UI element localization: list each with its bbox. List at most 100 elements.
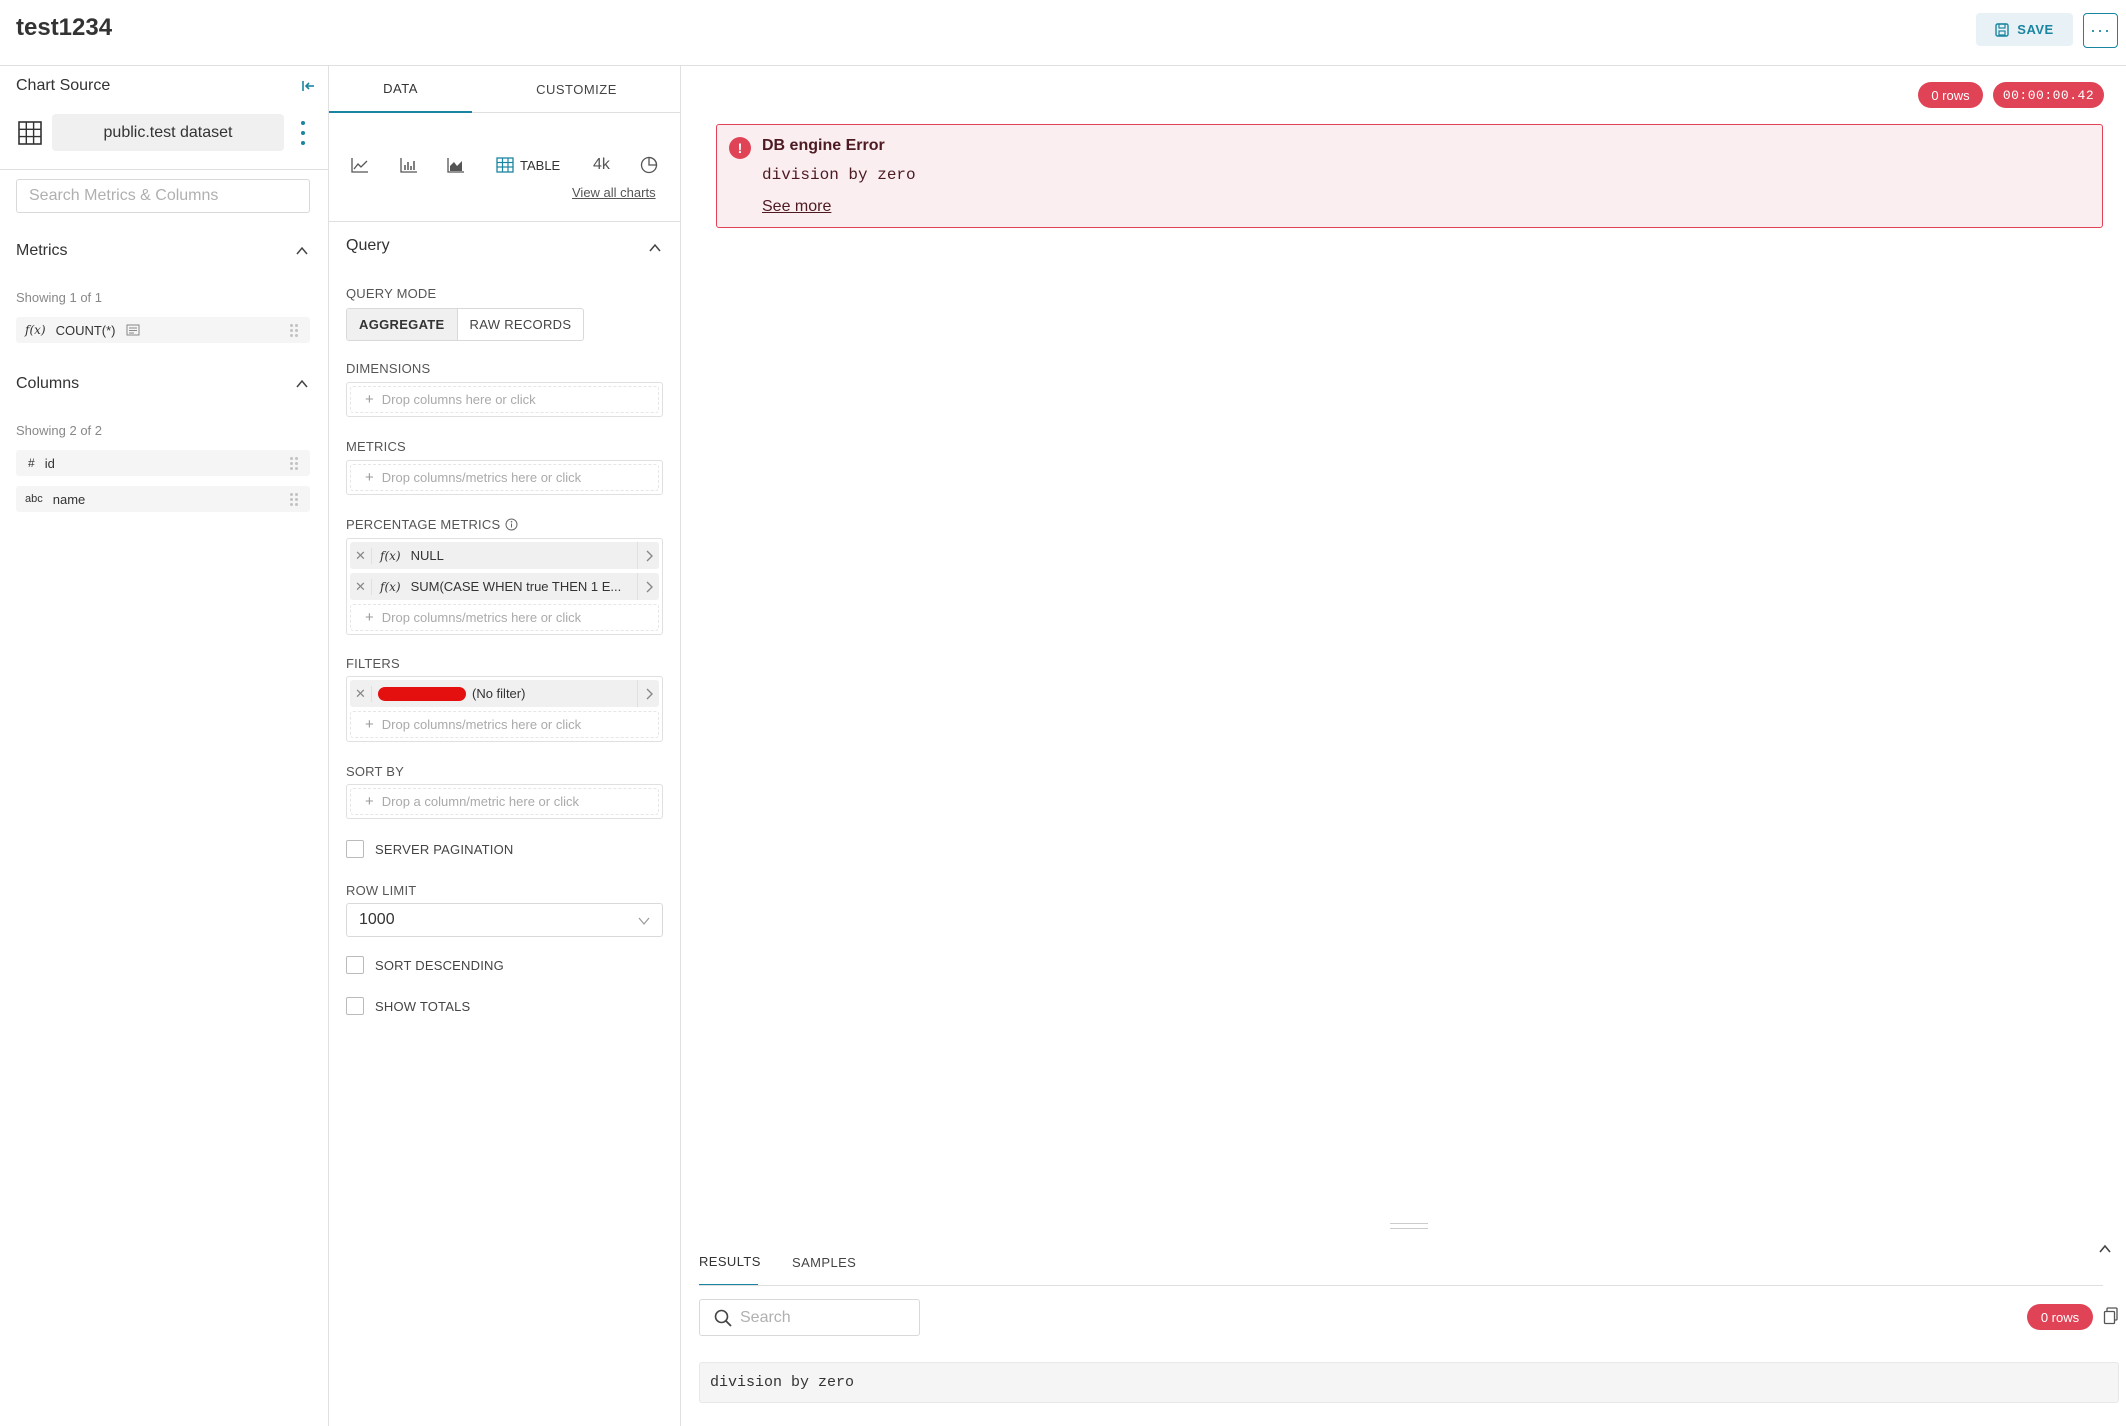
filters-label: FILTERS (346, 656, 400, 671)
divider (0, 169, 329, 170)
table-viz-button[interactable]: TABLE (496, 150, 560, 180)
dataset-menu-icon[interactable] (300, 121, 306, 145)
big-number-viz-button[interactable]: 4k (593, 150, 610, 180)
results-rows-badge: 0 rows (2027, 1304, 2093, 1330)
aggregate-mode-button[interactable]: AGGREGATE (347, 309, 458, 340)
metrics-label: METRICS (346, 439, 406, 454)
dimensions-dropzone[interactable]: + Drop columns here or click (346, 382, 663, 417)
metric-chip[interactable]: ✕ f(x) SUM(CASE WHEN true THEN 1 E... (350, 573, 659, 600)
tab-customize[interactable]: CUSTOMIZE (472, 66, 681, 113)
server-pagination-checkbox[interactable] (346, 840, 364, 858)
dataset-selector[interactable]: public.test dataset (52, 114, 284, 151)
metric-item[interactable]: f(x) COUNT(*) (16, 317, 310, 343)
row-limit-value: 1000 (359, 911, 395, 928)
more-options-button[interactable]: ··· (2083, 13, 2118, 48)
dropzone-placeholder: Drop columns here or click (381, 392, 536, 407)
percentage-metrics-drop-target[interactable]: + Drop columns/metrics here or click (350, 604, 659, 631)
column-name: id (44, 455, 55, 471)
chevron-right-icon[interactable] (637, 680, 659, 707)
filter-chip[interactable]: ✕ (No filter) (350, 680, 659, 707)
server-pagination-label[interactable]: SERVER PAGINATION (375, 842, 514, 857)
remove-icon[interactable]: ✕ (350, 685, 372, 702)
save-button[interactable]: SAVE (1976, 13, 2073, 46)
sort-descending-checkbox[interactable] (346, 956, 364, 974)
copy-icon[interactable] (2103, 1307, 2119, 1325)
show-totals-label[interactable]: SHOW TOTALS (375, 999, 470, 1014)
sort-by-label: SORT BY (346, 764, 404, 779)
query-section-title[interactable]: Query (346, 237, 390, 255)
chevron-right-icon[interactable] (637, 573, 659, 600)
metric-chip[interactable]: ✕ f(x) NULL (350, 542, 659, 569)
chart-title[interactable]: test1234 (16, 14, 112, 42)
function-icon: f(x) (25, 323, 46, 337)
row-limit-label: ROW LIMIT (346, 883, 417, 898)
table-viz-label: TABLE (520, 157, 561, 173)
metrics-drop-target[interactable]: + Drop columns/metrics here or click (350, 464, 659, 491)
rows-count-badge: 0 rows (1918, 82, 1983, 108)
tab-samples[interactable]: SAMPLES (792, 1238, 856, 1286)
chevron-right-icon[interactable] (637, 542, 659, 569)
drag-handle-icon[interactable] (290, 493, 298, 506)
bar-chart-icon[interactable] (400, 150, 418, 180)
percentage-metrics-label: PERCENTAGE METRICS (346, 517, 518, 532)
pie-chart-icon[interactable] (640, 150, 658, 180)
filter-chip-label: (No filter) (472, 686, 526, 701)
dropzone-placeholder: Drop columns/metrics here or click (381, 610, 582, 625)
column-name: name (52, 491, 86, 507)
row-limit-select[interactable]: 1000 (346, 903, 663, 937)
function-icon: f(x) (380, 579, 401, 594)
info-icon[interactable] (505, 518, 518, 531)
raw-records-mode-button[interactable]: RAW RECORDS (458, 309, 584, 340)
area-chart-icon[interactable] (447, 150, 465, 180)
filters-drop-target[interactable]: + Drop columns/metrics here or click (350, 711, 659, 738)
line-chart-icon[interactable] (351, 150, 369, 180)
drag-handle-icon[interactable] (290, 457, 298, 470)
chevron-up-icon[interactable] (649, 242, 661, 254)
datasource-panel: Chart Source public.test dataset Metrics… (0, 66, 329, 1426)
filters-dropzone: ✕ (No filter) + Drop columns/metrics here… (346, 676, 663, 742)
results-message: division by zero (699, 1362, 2119, 1403)
function-icon: f(x) (380, 548, 401, 563)
search-metrics-columns-input[interactable] (16, 179, 310, 213)
save-icon (1995, 22, 2009, 37)
query-mode-label: QUERY MODE (346, 286, 437, 301)
results-search-field[interactable] (699, 1299, 920, 1336)
chevron-up-icon[interactable] (296, 245, 308, 257)
metrics-dropzone[interactable]: + Drop columns/metrics here or click (346, 460, 663, 495)
redacted-mark (378, 686, 466, 701)
header: test1234 SAVE ··· (0, 0, 2126, 66)
drag-handle-icon[interactable] (290, 324, 298, 337)
metric-name: COUNT(*) (55, 322, 116, 338)
resize-handle[interactable] (1390, 1223, 1428, 1229)
divider (329, 221, 681, 222)
query-time-badge: 00:00:00.42 (1993, 82, 2104, 108)
string-type-icon: abc (25, 493, 43, 505)
sort-by-dropzone[interactable]: + Drop a column/metric here or click (346, 784, 663, 819)
collapse-panel-icon[interactable] (300, 78, 316, 94)
sort-by-drop-target[interactable]: + Drop a column/metric here or click (350, 788, 659, 815)
show-totals-checkbox[interactable] (346, 997, 364, 1015)
collapse-results-icon[interactable] (2098, 1242, 2112, 1256)
sort-descending-label[interactable]: SORT DESCENDING (375, 958, 504, 973)
table-icon (496, 157, 514, 173)
metrics-section-title[interactable]: Metrics (16, 242, 68, 260)
dimensions-drop-target[interactable]: + Drop columns here or click (350, 386, 659, 413)
tab-results[interactable]: RESULTS (699, 1238, 760, 1286)
save-label: SAVE (2017, 22, 2054, 37)
results-search-input[interactable] (740, 1308, 910, 1327)
remove-icon[interactable]: ✕ (350, 547, 372, 564)
chart-source-title: Chart Source (16, 77, 111, 94)
column-item[interactable]: abc name (16, 486, 310, 512)
remove-icon[interactable]: ✕ (350, 578, 372, 595)
view-all-charts-link[interactable]: View all charts (572, 185, 656, 200)
columns-showing-count: Showing 2 of 2 (16, 423, 103, 438)
columns-section-title[interactable]: Columns (16, 375, 79, 393)
chevron-up-icon[interactable] (296, 378, 308, 390)
chevron-down-icon (638, 917, 650, 925)
chip-label: SUM(CASE WHEN true THEN 1 E... (410, 579, 622, 594)
column-item[interactable]: # id (16, 450, 310, 476)
error-message: division by zero (762, 166, 916, 184)
tab-data[interactable]: DATA (329, 66, 472, 113)
see-more-link[interactable]: See more (762, 198, 831, 216)
error-title: DB engine Error (762, 137, 885, 154)
